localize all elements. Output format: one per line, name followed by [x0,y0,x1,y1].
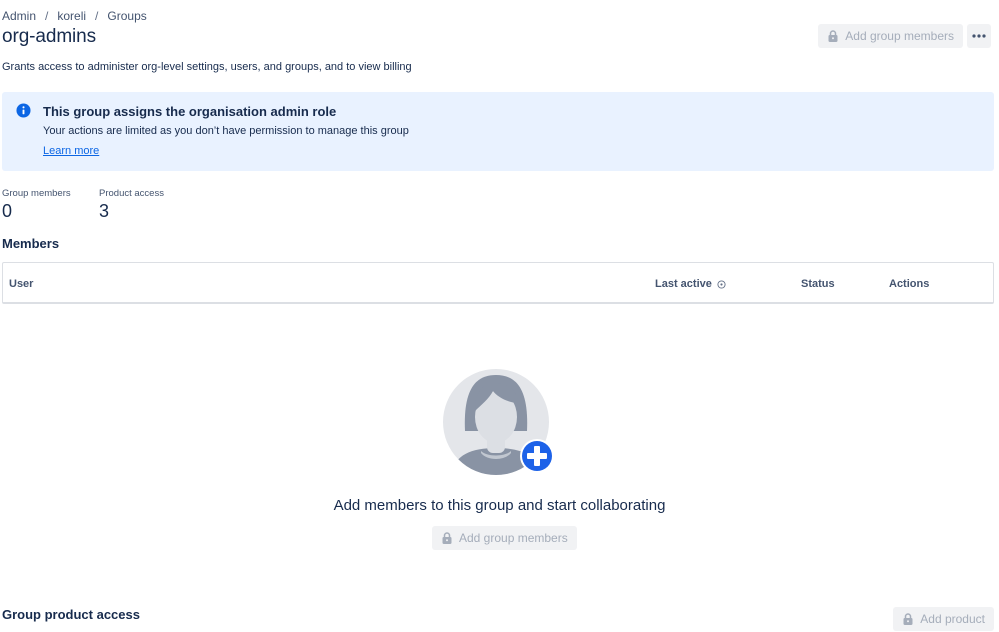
breadcrumb-separator: / [95,9,99,23]
breadcrumb-org[interactable]: koreli [57,9,86,23]
column-last-active-label: Last active [655,278,712,290]
header-actions: Add group members [818,24,991,48]
stat-value: 3 [99,201,110,221]
more-horizontal-icon [972,34,986,38]
column-user[interactable]: User [9,278,33,290]
empty-state-add-members-button[interactable]: Add group members [432,526,577,550]
members-section-title: Members [2,236,60,251]
banner-text: Your actions are limited as you don’t ha… [43,125,409,137]
learn-more-link[interactable]: Learn more [43,145,99,157]
stat-label: Product access [99,188,164,199]
breadcrumb: Admin / koreli / Groups [2,9,147,23]
empty-members-illustration [443,369,554,475]
info-icon [16,103,31,118]
more-actions-button[interactable] [967,24,991,48]
page-title: org-admins [2,26,97,47]
breadcrumb-admin[interactable]: Admin [2,9,36,23]
product-access-section-title: Group product access [2,607,140,622]
breadcrumb-groups[interactable]: Groups [107,9,146,23]
clock-info-icon [717,279,726,289]
banner-title: This group assigns the organisation admi… [43,104,337,119]
column-last-active[interactable]: Last active [655,278,726,290]
empty-state-button-label: Add group members [459,531,568,545]
add-product-label: Add product [920,612,985,626]
lock-icon [903,613,913,625]
add-product-button[interactable]: Add product [893,607,994,631]
lock-icon [828,30,838,42]
column-actions: Actions [889,278,930,290]
add-group-members-label: Add group members [845,29,954,43]
info-banner: This group assigns the organisation admi… [2,92,994,171]
stat-value: 0 [2,201,13,221]
empty-state-message: Add members to this group and start coll… [333,497,666,514]
add-group-members-button[interactable]: Add group members [818,24,963,48]
lock-icon [442,532,452,544]
page-description: Grants access to administer org-level se… [2,61,412,73]
column-status[interactable]: Status [801,278,835,290]
plus-circle-icon [520,439,554,473]
breadcrumb-separator: / [45,9,49,23]
stat-group-members: Group members 0 [2,188,71,222]
stat-product-access: Product access 3 [99,188,164,222]
stat-label: Group members [2,188,71,199]
members-table-header: User Last active Status Actions [2,262,994,304]
